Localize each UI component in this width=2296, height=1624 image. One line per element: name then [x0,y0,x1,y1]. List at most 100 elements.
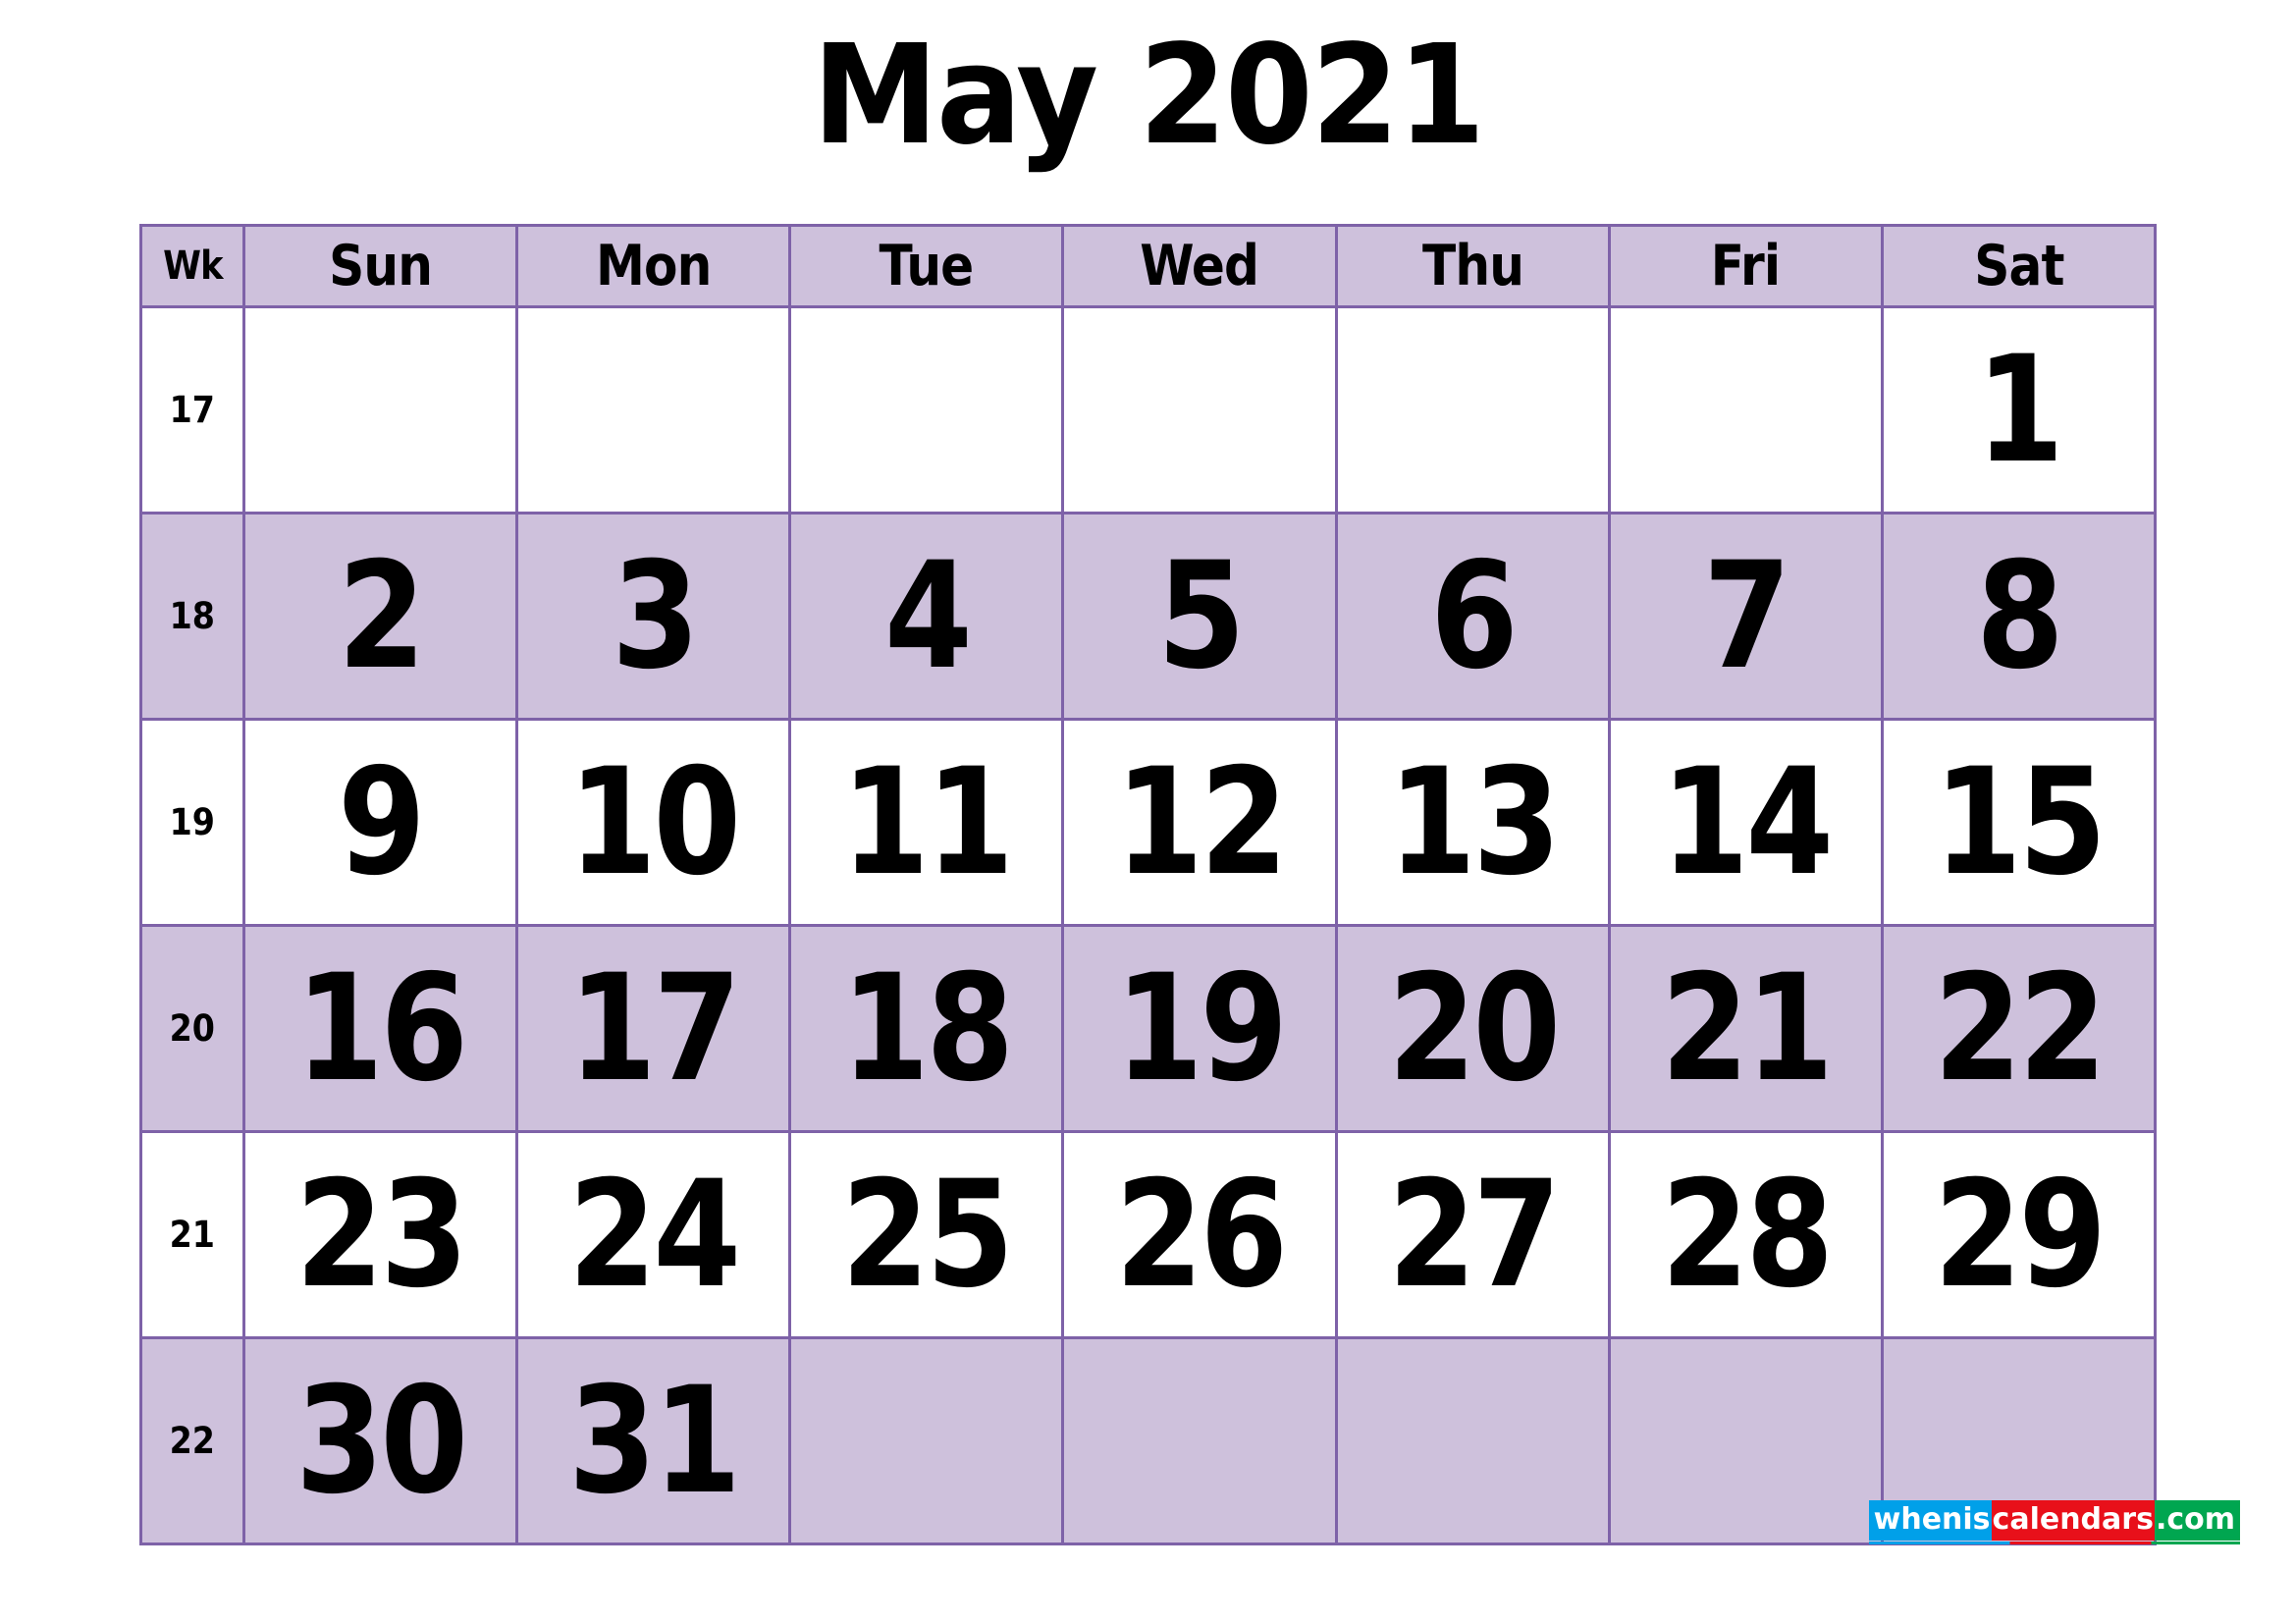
column-header-wed-label: Wed [1140,233,1260,298]
column-header-tue: Tue [788,224,1065,308]
day-number-label: 25 [841,1149,1015,1321]
week-number-cell: 19 [138,718,246,927]
day-cell[interactable]: 15 [1880,718,2158,927]
day-cell[interactable]: 18 [788,924,1065,1133]
column-header-sun: Sun [242,224,519,308]
day-cell-empty [242,305,519,514]
day-number-label: 22 [1934,943,2107,1114]
day-cell[interactable]: 16 [242,924,519,1133]
logo-underline [1868,1542,2240,1544]
day-cell[interactable]: 4 [788,512,1065,721]
column-header-wed: Wed [1061,224,1338,308]
day-cell[interactable]: 23 [242,1130,519,1339]
day-cell[interactable]: 9 [242,718,519,927]
day-number-label: 26 [1114,1149,1288,1321]
day-cell[interactable]: 1 [1880,305,2158,514]
day-cell[interactable]: 3 [515,512,792,721]
day-number-label: 5 [1156,530,1246,702]
day-cell-empty [1061,1336,1338,1545]
column-header-fri-label: Fri [1711,233,1781,298]
day-cell-empty [515,305,792,514]
day-cell[interactable]: 12 [1061,718,1338,927]
day-cell[interactable]: 20 [1334,924,1611,1133]
calendar-grid: Wk Sun Mon Tue Wed Thu Fri Sat 17 1 18 2… [138,224,2158,1545]
day-number-label: 29 [1934,1149,2107,1321]
day-cell[interactable]: 6 [1334,512,1611,721]
day-number-label: 23 [295,1149,468,1321]
day-cell[interactable]: 7 [1607,512,1884,721]
day-number-label: 7 [1703,530,1791,702]
day-cell[interactable]: 24 [515,1130,792,1339]
week-number-cell: 18 [138,512,246,721]
calendar-week-row: 22 30 31 [138,1336,2158,1545]
calendar-week-row: 20 16 17 18 19 20 21 22 [138,924,2158,1133]
day-number-label: 10 [568,736,741,908]
day-number-label: 28 [1660,1149,1834,1321]
day-cell[interactable]: 8 [1880,512,2158,721]
week-number-cell: 22 [138,1336,246,1545]
day-cell[interactable]: 5 [1061,512,1338,721]
day-number-label: 20 [1387,943,1561,1114]
day-number-label: 18 [841,943,1015,1114]
logo-part-domain: .com [2154,1500,2240,1541]
column-header-mon: Mon [515,224,792,308]
day-cell[interactable]: 30 [242,1336,519,1545]
day-cell[interactable]: 17 [515,924,792,1133]
calendar-body: 17 1 18 2 3 4 5 6 7 8 19 9 10 11 12 13 14 15 20 16 17 18 19 20 2… [138,305,2158,1545]
day-cell[interactable]: 27 [1334,1130,1611,1339]
day-cell-empty [1607,1336,1884,1545]
day-cell[interactable]: 22 [1880,924,2158,1133]
day-cell[interactable]: 19 [1061,924,1338,1133]
week-number-label: 22 [169,1420,216,1462]
day-cell[interactable]: 10 [515,718,792,927]
week-number-label: 17 [169,389,216,431]
calendar-week-row: 18 2 3 4 5 6 7 8 [138,512,2158,721]
week-number-cell: 21 [138,1130,246,1339]
day-cell[interactable]: 21 [1607,924,1884,1133]
day-number-label: 8 [1976,530,2064,702]
day-cell-empty [1334,1336,1611,1545]
week-number-label: 20 [169,1007,216,1050]
day-cell[interactable]: 13 [1334,718,1611,927]
logo-part-calendars: calendars [1991,1500,2155,1541]
day-number-label: 9 [338,736,426,908]
day-cell[interactable]: 2 [242,512,519,721]
column-header-week: Wk [138,224,246,308]
day-number-label: 24 [568,1149,741,1321]
day-number-label: 3 [611,530,700,702]
day-cell-empty [788,305,1065,514]
day-number-label: 19 [1114,943,1288,1114]
day-cell[interactable]: 28 [1607,1130,1884,1339]
column-header-sun-label: Sun [329,233,433,298]
column-header-thu-label: Thu [1421,233,1524,298]
day-cell[interactable]: 26 [1061,1130,1338,1339]
day-number-label: 2 [338,530,426,702]
day-cell[interactable]: 29 [1880,1130,2158,1339]
column-header-tue-label: Tue [879,233,975,298]
day-cell-empty [1334,305,1611,514]
day-number-label: 13 [1387,736,1561,908]
day-cell[interactable]: 11 [788,718,1065,927]
day-cell[interactable]: 14 [1607,718,1884,927]
column-header-fri: Fri [1607,224,1884,308]
week-number-label: 18 [169,595,216,637]
column-header-sat: Sat [1880,224,2158,308]
day-number-label: 21 [1660,943,1834,1114]
day-number-label: 11 [841,736,1015,908]
calendar-week-row: 21 23 24 25 26 27 28 29 [138,1130,2158,1339]
week-number-label: 19 [169,801,216,843]
week-number-label: 21 [169,1214,216,1256]
week-number-cell: 20 [138,924,246,1133]
calendar-week-row: 17 1 [138,305,2158,514]
site-logo[interactable]: whenis calendars .com [1868,1500,2240,1544]
column-header-mon-label: Mon [596,233,712,298]
day-number-label: 30 [295,1355,468,1527]
day-number-label: 27 [1387,1149,1561,1321]
day-number-label: 15 [1934,736,2107,908]
column-header-sat-label: Sat [1973,233,2064,298]
logo-part-whenis: whenis [1868,1500,1992,1541]
day-number-label: 1 [1976,324,2064,496]
day-cell[interactable]: 31 [515,1336,792,1545]
column-header-week-label: Wk [162,244,223,289]
day-cell[interactable]: 25 [788,1130,1065,1339]
